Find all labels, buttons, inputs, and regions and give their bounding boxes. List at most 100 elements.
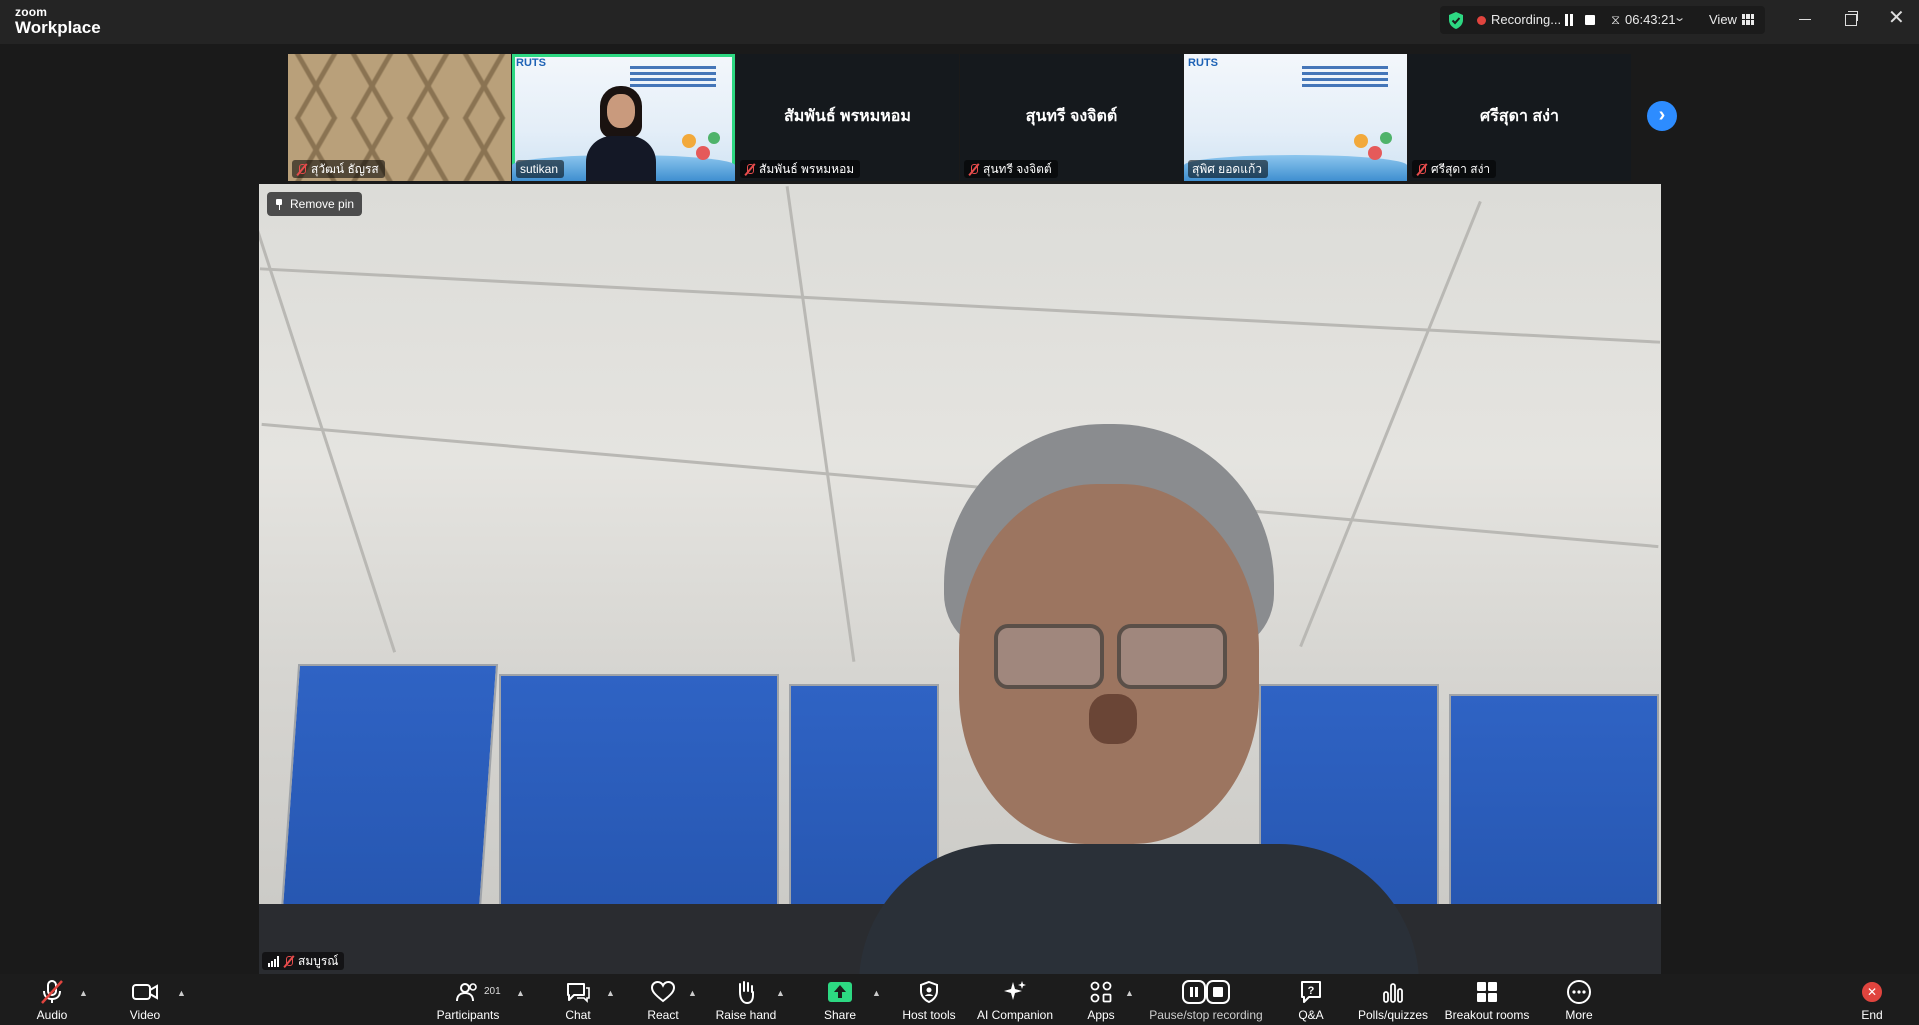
slide-bubble	[1354, 134, 1368, 148]
video-camera-icon	[131, 978, 159, 1006]
slide-headline	[630, 66, 716, 88]
zoom-logo: zoom Workplace	[15, 6, 101, 36]
glasses-icon	[994, 624, 1104, 689]
slide-logo: RUTS	[1188, 57, 1218, 69]
slide-logo: RUTS	[516, 57, 546, 69]
pin-icon	[275, 198, 283, 210]
video-label: Video	[129, 1008, 161, 1022]
participant-tile[interactable]: สุวัฒน์ ธัญรส	[288, 54, 511, 181]
more-button[interactable]: More	[1562, 978, 1596, 1024]
sparkle-icon	[1002, 978, 1028, 1006]
minimize-icon[interactable]	[1799, 19, 1811, 20]
participant-name: สุพิศ ยอดแก้ว	[1192, 162, 1262, 176]
chat-caret-icon[interactable]: ▲	[606, 988, 615, 998]
meeting-toolbar	[0, 974, 1919, 1025]
chat-button[interactable]: Chat	[560, 978, 596, 1024]
participants-count: 201	[484, 986, 501, 997]
question-icon: ?	[1299, 978, 1323, 1006]
share-caret-icon[interactable]: ▲	[872, 988, 881, 998]
slide-bubble	[1380, 132, 1392, 144]
participant-nametag: สุวัฒน์ ธัญรส	[292, 160, 385, 178]
brand-small: zoom	[15, 5, 48, 19]
participants-caret-icon[interactable]: ▲	[516, 988, 525, 998]
breakout-label: Breakout rooms	[1444, 1008, 1530, 1022]
slide-bubble	[696, 146, 710, 160]
audio-button[interactable]: Audio	[30, 978, 74, 1024]
video-options-caret-icon[interactable]: ▲	[177, 988, 186, 998]
share-button[interactable]: Share	[823, 978, 857, 1024]
apps-label: Apps	[1087, 1008, 1115, 1022]
chevron-down-icon[interactable]: ⌄	[1673, 11, 1686, 24]
participant-tile[interactable]: สัมพันธ์ พรหมหอม สัมพันธ์ พรหมหอม	[736, 54, 959, 181]
remove-pin-button[interactable]: Remove pin	[267, 192, 363, 216]
gallery-grid-icon[interactable]	[1742, 14, 1754, 25]
participant-tile[interactable]: สุนทรี จงจิตต์ สุนทรี จงจิตต์	[960, 54, 1183, 181]
participants-icon	[455, 978, 481, 1006]
polls-label: Polls/quizzes	[1357, 1008, 1429, 1022]
speaker-name: สมบูรณ์	[298, 954, 339, 968]
participant-nametag: สุพิศ ยอดแก้ว	[1188, 160, 1268, 178]
pinned-video[interactable]	[259, 184, 1661, 974]
speaker-video	[859, 424, 1419, 974]
participant-nametag: สัมพันธ์ พรหมหอม	[740, 160, 861, 178]
mic-muted-icon	[744, 163, 755, 176]
raise-hand-icon	[734, 978, 758, 1006]
raise-hand-caret-icon[interactable]: ▲	[776, 988, 785, 998]
react-caret-icon[interactable]: ▲	[688, 988, 697, 998]
host-tools-button[interactable]: Host tools	[900, 978, 958, 1024]
pause-recording-icon[interactable]	[1564, 14, 1574, 26]
view-button[interactable]: View	[1709, 12, 1737, 27]
end-x-icon: ✕	[1862, 978, 1882, 1006]
audio-label: Audio	[36, 1008, 68, 1022]
participant-nametag: ศรีสุดา สง่า	[1412, 160, 1497, 178]
recording-status: Recording...	[1491, 12, 1562, 27]
breakout-rooms-button[interactable]: Breakout rooms	[1444, 978, 1530, 1024]
mic-muted-icon	[296, 163, 307, 176]
participant-name: สุนทรี จงจิตต์	[983, 162, 1052, 176]
participant-nametag: sutikan	[516, 160, 565, 178]
signal-strength-icon	[268, 955, 279, 967]
mic-muted-icon	[283, 955, 294, 968]
security-shield-icon[interactable]	[1447, 11, 1465, 30]
pause-stop-recording-button[interactable]: Pause/stop recording	[1148, 978, 1264, 1024]
recording-dot-icon	[1477, 16, 1486, 25]
next-page-arrow-icon[interactable]: ›	[1647, 101, 1677, 131]
share-screen-icon	[828, 978, 852, 1006]
stop-recording-icon[interactable]	[1585, 15, 1595, 25]
participant-name: ศรีสุดา สง่า	[1431, 162, 1491, 176]
ai-companion-button[interactable]: AI Companion	[975, 978, 1055, 1024]
qa-button[interactable]: ? Q&A	[1296, 978, 1326, 1024]
end-meeting-button[interactable]: ✕ End	[1860, 978, 1884, 1024]
heart-icon	[650, 978, 676, 1006]
raise-hand-button[interactable]: Raise hand	[716, 978, 776, 1024]
audio-options-caret-icon[interactable]: ▲	[79, 988, 88, 998]
slide-headline	[1302, 66, 1388, 88]
close-window-icon[interactable]: ✕	[1888, 8, 1905, 28]
recording-timer: 06:43:21	[1625, 12, 1676, 27]
participant-tile-active[interactable]: RUTS sutikan	[512, 54, 735, 181]
mic-muted-icon	[39, 978, 65, 1006]
host-tools-label: Host tools	[902, 1008, 956, 1022]
mic-muted-icon	[968, 163, 979, 176]
ceiling-grid-line	[785, 186, 856, 662]
participant-tile[interactable]: RUTS สุพิศ ยอดแก้ว	[1184, 54, 1407, 181]
presenter-video	[586, 86, 656, 181]
apps-caret-icon[interactable]: ▲	[1125, 988, 1134, 998]
polls-button[interactable]: Polls/quizzes	[1358, 978, 1428, 1024]
end-label: End	[1861, 1008, 1883, 1022]
video-button[interactable]: Video	[124, 978, 166, 1024]
speaker-nametag: สมบูรณ์	[262, 952, 345, 970]
apps-icon	[1089, 978, 1113, 1006]
mic-muted-icon	[1416, 163, 1427, 176]
participant-nametag: สุนทรี จงจิตต์	[964, 160, 1058, 178]
participant-tile[interactable]: ศรีสุดา สง่า ศรีสุดา สง่า	[1408, 54, 1631, 181]
react-button[interactable]: React	[643, 978, 683, 1024]
participant-display-name: ศรีสุดา สง่า	[1480, 108, 1559, 125]
participants-button[interactable]: Participants	[435, 978, 501, 1024]
share-label: Share	[823, 1008, 857, 1022]
react-label: React	[647, 1008, 679, 1022]
apps-button[interactable]: Apps	[1086, 978, 1116, 1024]
more-dots-icon	[1566, 978, 1592, 1006]
bar-chart-icon	[1381, 978, 1405, 1006]
restore-window-icon[interactable]	[1845, 11, 1858, 26]
